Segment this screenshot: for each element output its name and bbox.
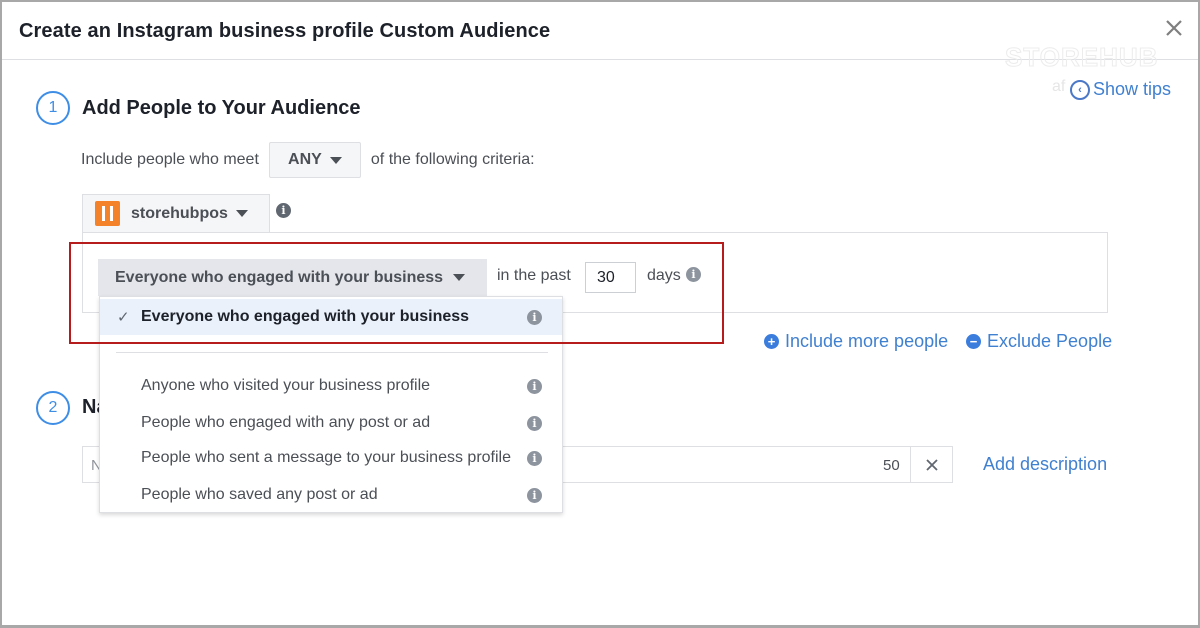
option-label: People who saved any post or ad	[141, 486, 378, 503]
account-name: storehubpos	[131, 204, 228, 222]
step-1-badge: 1	[36, 91, 70, 125]
exclude-label: Exclude People	[987, 331, 1113, 351]
exclude-people-link[interactable]: − Exclude People	[966, 331, 1112, 352]
match-type-value: ANY	[288, 151, 322, 168]
option-label: Anyone who visited your business profile	[141, 377, 431, 394]
dropdown-option[interactable]: People who saved any post or ad i	[100, 477, 562, 513]
engagement-type-dropdown: ✓ Everyone who engaged with your busines…	[99, 296, 563, 513]
close-button[interactable]	[1162, 16, 1186, 40]
add-description-link[interactable]: Add description	[983, 454, 1107, 475]
days-label: days	[647, 267, 681, 284]
checkmark-icon: ✓	[117, 309, 130, 326]
dropdown-option[interactable]: People who sent a message to your busine…	[100, 440, 562, 476]
include-more-people-link[interactable]: + Include more people	[764, 331, 948, 352]
step-1-title: Add People to Your Audience	[82, 97, 361, 119]
storehub-logo-icon	[95, 201, 120, 226]
info-icon[interactable]: i	[527, 378, 542, 394]
dropdown-divider	[116, 352, 548, 353]
account-info-icon[interactable]: i	[276, 203, 291, 218]
clear-name-button[interactable]	[910, 446, 953, 483]
dropdown-option[interactable]: People who engaged with any post or ad i	[100, 405, 562, 441]
watermark-subtext: af	[1052, 78, 1066, 95]
criteria-prefix: Include people who meet	[81, 151, 259, 168]
engagement-type-value: Everyone who engaged with your business	[115, 268, 444, 286]
option-label: Everyone who engaged with your business	[141, 308, 470, 325]
dialog-title: Create an Instagram business profile Cus…	[19, 20, 551, 42]
option-label: People who engaged with any post or ad	[141, 414, 431, 431]
criteria-suffix: of the following criteria:	[370, 151, 535, 168]
days-info-icon[interactable]: i	[686, 267, 701, 282]
dropdown-option[interactable]: Anyone who visited your business profile…	[100, 368, 562, 404]
plus-circle-icon: +	[764, 334, 779, 349]
match-type-select[interactable]: ANY	[268, 142, 361, 178]
caret-down-icon	[235, 210, 248, 217]
close-icon	[925, 458, 938, 471]
engagement-type-select[interactable]: Everyone who engaged with your business	[98, 259, 487, 296]
in-the-past-label: in the past	[497, 267, 571, 284]
minus-circle-icon: −	[966, 334, 981, 349]
step-2-badge: 2	[36, 391, 70, 425]
include-more-label: Include more people	[785, 331, 949, 351]
watermark-logo: STOREHUB	[1004, 42, 1159, 73]
info-icon[interactable]: i	[527, 450, 542, 466]
dropdown-option-selected[interactable]: ✓ Everyone who engaged with your busines…	[100, 299, 562, 335]
option-label: People who sent a message to your busine…	[141, 449, 511, 466]
info-icon[interactable]: i	[527, 487, 542, 503]
info-icon[interactable]: i	[527, 309, 542, 325]
caret-down-icon	[329, 156, 342, 164]
retention-days-input[interactable]	[585, 262, 636, 293]
caret-down-icon	[453, 274, 466, 281]
criteria-row: Include people who meet ANY of the follo…	[81, 142, 535, 178]
account-select[interactable]: storehubpos	[82, 194, 270, 232]
dialog: Create an Instagram business profile Cus…	[0, 0, 1200, 628]
char-count: 50	[883, 457, 900, 474]
show-tips-link[interactable]: ‹ Show tips	[1070, 79, 1171, 100]
chevron-left-circle-icon: ‹	[1070, 79, 1090, 100]
close-icon	[1166, 20, 1182, 36]
info-icon[interactable]: i	[527, 415, 542, 431]
show-tips-label: Show tips	[1093, 79, 1172, 99]
